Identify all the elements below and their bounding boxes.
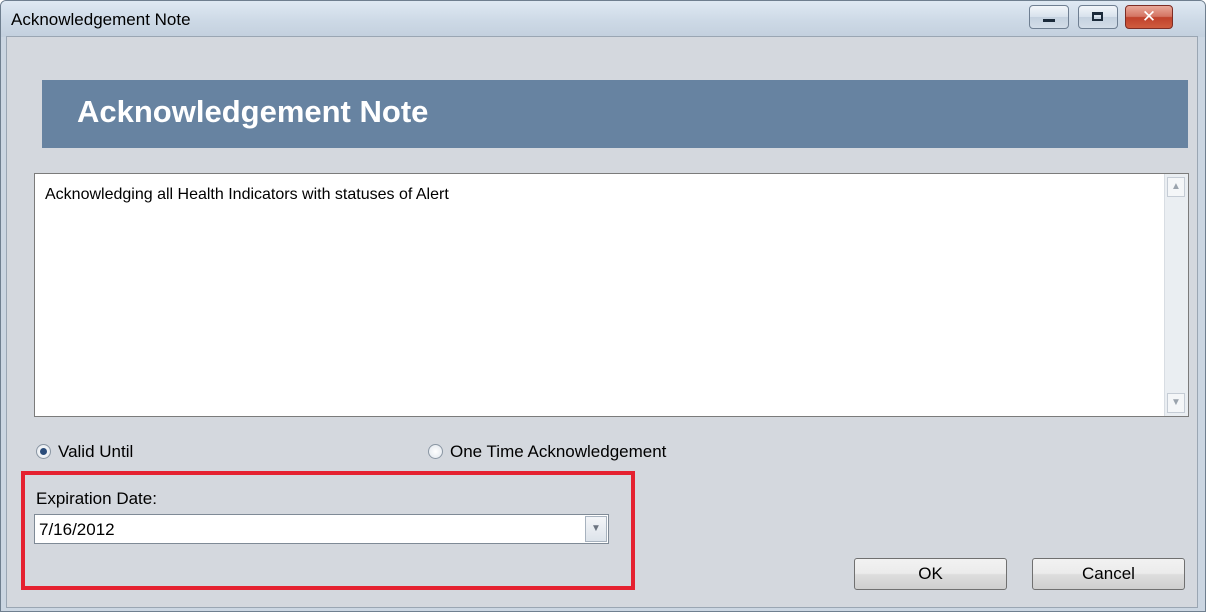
cancel-button[interactable]: Cancel [1032,558,1185,590]
one-time-label[interactable]: One Time Acknowledgement [450,442,666,462]
title-bar[interactable]: Acknowledgement Note ✕ [1,1,1205,37]
window-title: Acknowledgement Note [11,10,191,29]
scroll-down-icon[interactable]: ▼ [1167,393,1185,413]
minimize-icon [1043,19,1055,22]
expiration-date-value[interactable]: 7/16/2012 [39,520,115,540]
ok-button[interactable]: OK [854,558,1007,590]
expiration-date-combo[interactable]: 7/16/2012 ▼ [34,514,609,544]
note-scrollbar[interactable]: ▲ ▼ [1164,174,1188,416]
one-time-radio[interactable] [428,444,443,459]
maximize-icon [1092,12,1103,21]
radio-selected-icon [40,448,47,455]
note-textarea[interactable]: Acknowledging all Health Indicators with… [34,173,1189,417]
header-banner: Acknowledgement Note [42,80,1188,148]
note-text: Acknowledging all Health Indicators with… [45,186,449,203]
chevron-down-icon[interactable]: ▼ [585,516,607,542]
page-title: Acknowledgement Note [77,94,429,129]
dialog-client-area: Acknowledgement Note Acknowledging all H… [6,36,1198,608]
valid-until-radio[interactable] [36,444,51,459]
close-icon: ✕ [1141,7,1157,27]
scroll-up-icon[interactable]: ▲ [1167,177,1185,197]
expiration-date-label: Expiration Date: [36,489,157,508]
minimize-button[interactable] [1029,5,1069,29]
maximize-button[interactable] [1078,5,1118,29]
valid-until-label[interactable]: Valid Until [58,442,133,462]
close-button[interactable]: ✕ [1125,5,1173,29]
